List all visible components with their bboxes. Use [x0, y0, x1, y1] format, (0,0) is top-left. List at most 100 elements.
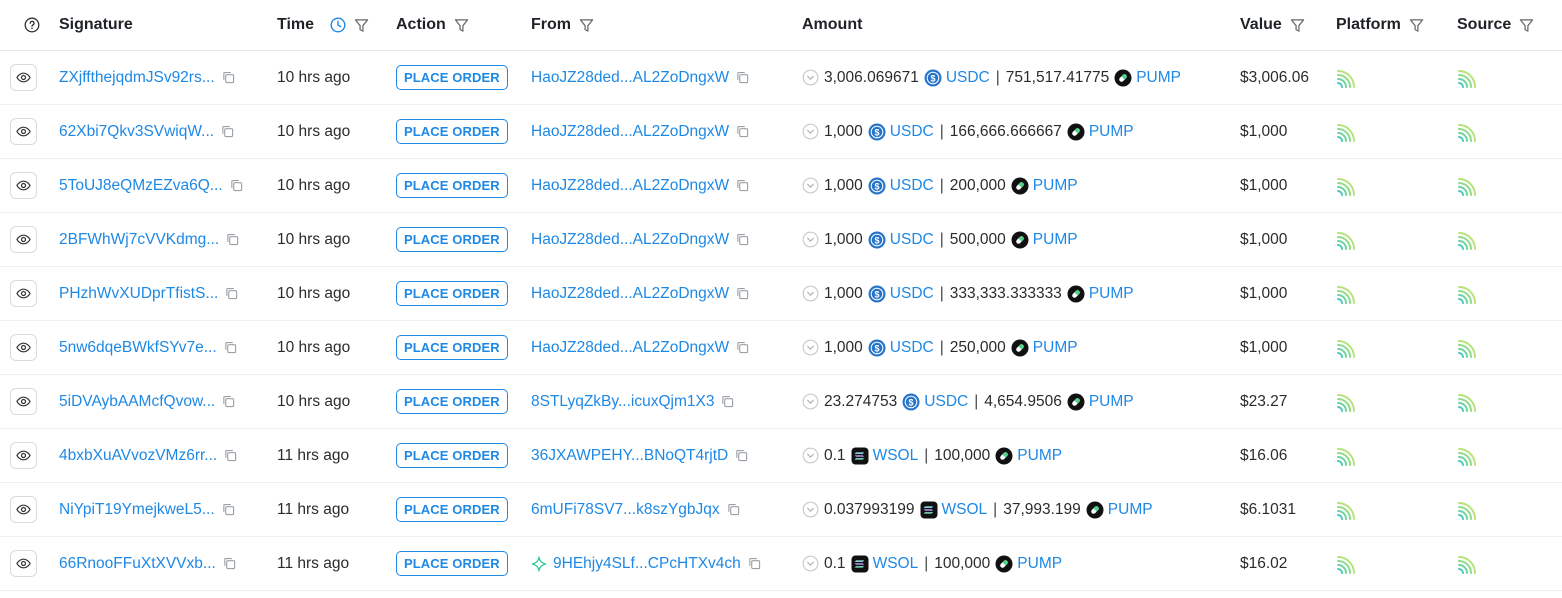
token-out-link[interactable]: PUMP [1089, 285, 1134, 303]
chevron-down-circle-icon[interactable] [802, 339, 819, 356]
platform-logo-icon[interactable] [1336, 51, 1358, 104]
signature-link[interactable]: 62Xbi7Qkv3SVwiqW... [59, 123, 214, 141]
eye-icon[interactable] [10, 280, 37, 307]
copy-icon[interactable] [736, 341, 749, 354]
from-address-link[interactable]: 36JXAWPEHY...BNoQT4rjtD [531, 447, 728, 465]
token-out-link[interactable]: PUMP [1033, 177, 1078, 195]
action-badge[interactable]: PLACE ORDER [396, 551, 508, 576]
from-address-link[interactable]: HaoJZ28ded...AL2ZoDngxW [531, 69, 729, 87]
platform-logo-icon[interactable] [1336, 429, 1358, 482]
platform-logo-icon[interactable] [1336, 483, 1358, 536]
copy-icon[interactable] [222, 395, 235, 408]
eye-icon[interactable] [10, 334, 37, 361]
chevron-down-circle-icon[interactable] [802, 69, 819, 86]
token-in-link[interactable]: USDC [890, 177, 934, 195]
copy-icon[interactable] [222, 503, 235, 516]
chevron-down-circle-icon[interactable] [802, 555, 819, 572]
action-badge[interactable]: PLACE ORDER [396, 443, 508, 468]
token-out-link[interactable]: PUMP [1089, 393, 1134, 411]
signature-link[interactable]: ZXjffthejqdmJSv92rs... [59, 69, 215, 87]
copy-icon[interactable] [727, 503, 740, 516]
action-badge[interactable]: PLACE ORDER [396, 389, 508, 414]
copy-icon[interactable] [735, 449, 748, 462]
token-in-link[interactable]: USDC [890, 123, 934, 141]
platform-logo-icon[interactable] [1336, 105, 1358, 158]
source-logo-icon[interactable] [1457, 159, 1479, 212]
source-logo-icon[interactable] [1457, 213, 1479, 266]
copy-icon[interactable] [223, 557, 236, 570]
platform-logo-icon[interactable] [1336, 159, 1358, 212]
action-badge[interactable]: PLACE ORDER [396, 497, 508, 522]
copy-icon[interactable] [736, 233, 749, 246]
copy-icon[interactable] [222, 71, 235, 84]
from-address-link[interactable]: 6mUFi78SV7...k8szYgbJqx [531, 501, 720, 519]
chevron-down-circle-icon[interactable] [802, 123, 819, 140]
chevron-down-circle-icon[interactable] [802, 393, 819, 410]
eye-icon[interactable] [10, 550, 37, 577]
platform-logo-icon[interactable] [1336, 267, 1358, 320]
source-logo-icon[interactable] [1457, 429, 1479, 482]
eye-icon[interactable] [10, 496, 37, 523]
action-badge[interactable]: PLACE ORDER [396, 281, 508, 306]
source-logo-icon[interactable] [1457, 375, 1479, 428]
eye-icon[interactable] [10, 226, 37, 253]
token-in-link[interactable]: WSOL [873, 447, 919, 465]
action-badge[interactable]: PLACE ORDER [396, 173, 508, 198]
token-in-link[interactable]: USDC [890, 231, 934, 249]
platform-logo-icon[interactable] [1336, 321, 1358, 374]
source-logo-icon[interactable] [1457, 105, 1479, 158]
action-badge[interactable]: PLACE ORDER [396, 227, 508, 252]
token-in-link[interactable]: USDC [890, 285, 934, 303]
clock-icon[interactable] [322, 17, 346, 33]
source-logo-icon[interactable] [1457, 483, 1479, 536]
signature-link[interactable]: NiYpiT19YmejkweL5... [59, 501, 215, 519]
chevron-down-circle-icon[interactable] [802, 231, 819, 248]
token-out-link[interactable]: PUMP [1108, 501, 1153, 519]
copy-icon[interactable] [225, 287, 238, 300]
source-logo-icon[interactable] [1457, 267, 1479, 320]
copy-icon[interactable] [721, 395, 734, 408]
copy-icon[interactable] [230, 179, 243, 192]
chevron-down-circle-icon[interactable] [802, 177, 819, 194]
token-out-link[interactable]: PUMP [1017, 555, 1062, 573]
copy-icon[interactable] [736, 71, 749, 84]
signature-link[interactable]: 66RnooFFuXtXVVxb... [59, 555, 216, 573]
source-logo-icon[interactable] [1457, 321, 1479, 374]
platform-logo-icon[interactable] [1336, 375, 1358, 428]
token-out-link[interactable]: PUMP [1017, 447, 1062, 465]
token-out-link[interactable]: PUMP [1136, 69, 1181, 87]
from-address-link[interactable]: HaoJZ28ded...AL2ZoDngxW [531, 123, 729, 141]
copy-icon[interactable] [736, 125, 749, 138]
copy-icon[interactable] [226, 233, 239, 246]
from-address-link[interactable]: 8STLyqZkBy...icuxQjm1X3 [531, 393, 714, 411]
copy-icon[interactable] [736, 179, 749, 192]
platform-logo-icon[interactable] [1336, 213, 1358, 266]
filter-icon[interactable] [571, 18, 594, 33]
copy-icon[interactable] [221, 125, 234, 138]
token-in-link[interactable]: USDC [946, 69, 990, 87]
source-logo-icon[interactable] [1457, 51, 1479, 104]
filter-icon[interactable] [346, 18, 369, 33]
filter-icon[interactable] [1282, 18, 1305, 33]
from-address-link[interactable]: HaoJZ28ded...AL2ZoDngxW [531, 339, 729, 357]
signature-link[interactable]: PHzhWvXUDprTfistS... [59, 285, 218, 303]
action-badge[interactable]: PLACE ORDER [396, 335, 508, 360]
eye-icon[interactable] [10, 118, 37, 145]
chevron-down-circle-icon[interactable] [802, 501, 819, 518]
copy-icon[interactable] [224, 449, 237, 462]
eye-icon[interactable] [10, 388, 37, 415]
token-out-link[interactable]: PUMP [1033, 339, 1078, 357]
signature-link[interactable]: 5ToUJ8eQMzEZva6Q... [59, 177, 223, 195]
signature-link[interactable]: 5iDVAybAAMcfQvow... [59, 393, 215, 411]
token-in-link[interactable]: WSOL [942, 501, 988, 519]
eye-icon[interactable] [10, 172, 37, 199]
token-in-link[interactable]: USDC [890, 339, 934, 357]
help-icon[interactable] [16, 0, 40, 50]
platform-logo-icon[interactable] [1336, 537, 1358, 590]
eye-icon[interactable] [10, 442, 37, 469]
chevron-down-circle-icon[interactable] [802, 447, 819, 464]
token-out-link[interactable]: PUMP [1033, 231, 1078, 249]
signature-link[interactable]: 2BFWhWj7cVVKdmg... [59, 231, 219, 249]
from-address-link[interactable]: HaoJZ28ded...AL2ZoDngxW [531, 177, 729, 195]
token-out-link[interactable]: PUMP [1089, 123, 1134, 141]
